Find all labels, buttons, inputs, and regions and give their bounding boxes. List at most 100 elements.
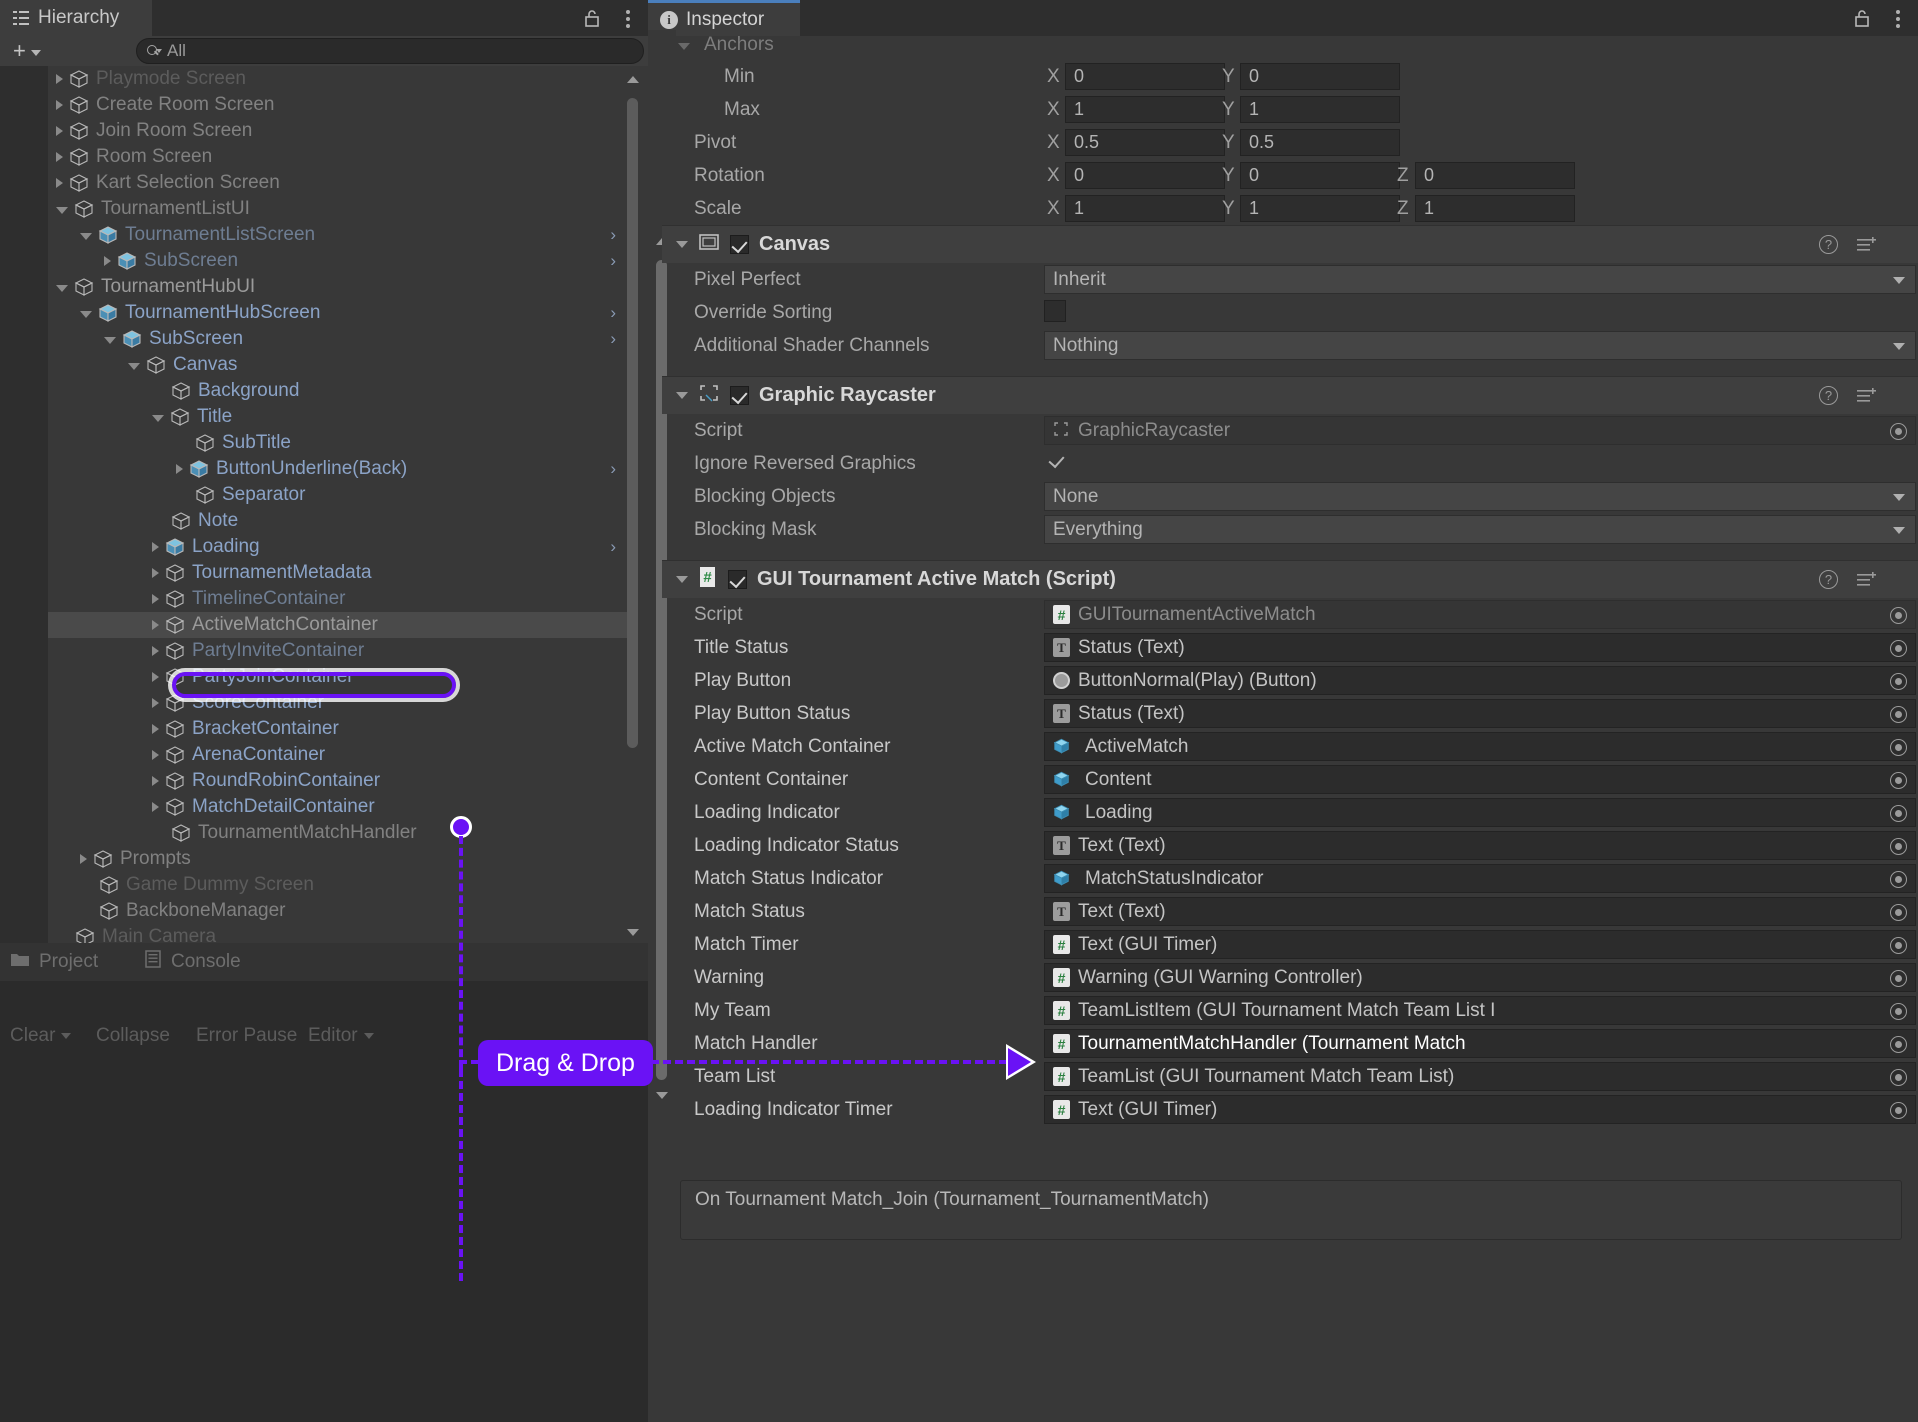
- property-object-field[interactable]: Status (Text): [1044, 699, 1916, 728]
- triangle-right-icon[interactable]: [56, 152, 63, 162]
- triangle-down-icon[interactable]: [152, 415, 164, 422]
- object-picker-icon[interactable]: [1881, 1030, 1915, 1057]
- hierarchy-row[interactable]: TournamentMetadata: [48, 560, 628, 586]
- object-picker-icon[interactable]: [1881, 417, 1915, 444]
- scroll-up-icon[interactable]: [627, 76, 639, 83]
- triangle-right-icon[interactable]: [56, 126, 63, 136]
- hierarchy-scrollbar[interactable]: [626, 76, 639, 936]
- component-header[interactable]: Graphic Raycaster ?: [662, 376, 1918, 414]
- triangle-right-icon[interactable]: [56, 100, 63, 110]
- object-picker-icon[interactable]: [1881, 964, 1915, 991]
- triangle-right-icon[interactable]: [152, 750, 159, 760]
- property-object-field[interactable]: Status (Text): [1044, 633, 1916, 662]
- hierarchy-row[interactable]: TournamentListUI: [48, 196, 628, 222]
- chevron-right-icon[interactable]: ›: [610, 225, 616, 245]
- property-object-field[interactable]: Warning (GUI Warning Controller): [1044, 963, 1916, 992]
- triangle-right-icon[interactable]: [152, 620, 159, 630]
- chevron-right-icon[interactable]: ›: [610, 537, 616, 557]
- axis-input-y[interactable]: 0: [1240, 162, 1400, 189]
- hierarchy-row[interactable]: Loading ›: [48, 534, 628, 560]
- triangle-right-icon[interactable]: [152, 542, 159, 552]
- property-object-field[interactable]: ActiveMatch: [1044, 732, 1916, 761]
- console-error-pause-toggle[interactable]: Error Pause: [196, 1019, 297, 1053]
- object-picker-icon[interactable]: [1881, 667, 1915, 694]
- triangle-right-icon[interactable]: [152, 568, 159, 578]
- object-picker-icon[interactable]: [1881, 931, 1915, 958]
- property-object-field[interactable]: Text (GUI Timer): [1044, 930, 1916, 959]
- help-icon[interactable]: ?: [1819, 235, 1838, 254]
- axis-input-x[interactable]: 0: [1065, 162, 1225, 189]
- object-picker-icon[interactable]: [1881, 700, 1915, 727]
- lock-icon[interactable]: [1852, 8, 1872, 28]
- property-object-field[interactable]: ButtonNormal(Play) (Button): [1044, 666, 1916, 695]
- property-checkbox[interactable]: [1044, 300, 1066, 322]
- hierarchy-row[interactable]: RoundRobinContainer: [48, 768, 628, 794]
- component-enabled-checkbox[interactable]: [728, 570, 747, 589]
- object-picker-icon[interactable]: [1881, 1096, 1915, 1123]
- axis-input-x[interactable]: 0: [1065, 63, 1225, 90]
- axis-input-y[interactable]: 1: [1240, 96, 1400, 123]
- triangle-right-icon[interactable]: [104, 256, 111, 266]
- property-object-field[interactable]: Text (Text): [1044, 831, 1916, 860]
- object-picker-icon[interactable]: [1881, 634, 1915, 661]
- triangle-right-icon[interactable]: [152, 802, 159, 812]
- triangle-down-icon[interactable]: [80, 233, 92, 240]
- console-collapse-toggle[interactable]: Collapse: [96, 1019, 170, 1053]
- property-checkbox[interactable]: [1048, 451, 1067, 470]
- preset-icon[interactable]: [1856, 571, 1876, 589]
- chevron-right-icon[interactable]: ›: [610, 329, 616, 349]
- object-picker-icon[interactable]: [1881, 766, 1915, 793]
- triangle-down-icon[interactable]: [104, 337, 116, 344]
- hierarchy-row[interactable]: Join Room Screen: [48, 118, 628, 144]
- triangle-right-icon[interactable]: [152, 672, 159, 682]
- property-object-field[interactable]: TeamList (GUI Tournament Match Team List…: [1044, 1062, 1916, 1091]
- component-header[interactable]: Canvas ?: [662, 225, 1918, 263]
- triangle-right-icon[interactable]: [152, 698, 159, 708]
- hierarchy-row[interactable]: SubScreen ›: [48, 326, 628, 352]
- object-picker-icon[interactable]: [1881, 865, 1915, 892]
- triangle-right-icon[interactable]: [152, 724, 159, 734]
- object-picker-icon[interactable]: [1881, 997, 1915, 1024]
- component-enabled-checkbox[interactable]: [730, 386, 749, 405]
- triangle-right-icon[interactable]: [152, 594, 159, 604]
- triangle-right-icon[interactable]: [80, 854, 87, 864]
- triangle-right-icon[interactable]: [152, 776, 159, 786]
- lock-icon[interactable]: [582, 8, 602, 28]
- scroll-thumb[interactable]: [627, 98, 638, 748]
- property-object-field[interactable]: TournamentMatchHandler (Tournament Match: [1044, 1029, 1916, 1058]
- add-gameobject-button[interactable]: +: [6, 36, 58, 66]
- property-dropdown[interactable]: None: [1044, 482, 1916, 511]
- help-icon[interactable]: ?: [1819, 386, 1838, 405]
- property-dropdown[interactable]: Inherit: [1044, 265, 1916, 294]
- hierarchy-row[interactable]: Room Screen: [48, 144, 628, 170]
- tab-hierarchy[interactable]: Hierarchy: [0, 0, 152, 36]
- preset-icon[interactable]: [1856, 236, 1876, 254]
- hierarchy-row[interactable]: Playmode Screen: [48, 66, 628, 92]
- object-picker-icon[interactable]: [1881, 832, 1915, 859]
- hierarchy-row[interactable]: Kart Selection Screen: [48, 170, 628, 196]
- property-object-field[interactable]: TeamListItem (GUI Tournament Match Team …: [1044, 996, 1916, 1025]
- hierarchy-row[interactable]: Separator: [48, 482, 628, 508]
- property-object-field[interactable]: MatchStatusIndicator: [1044, 864, 1916, 893]
- axis-input-y[interactable]: 0.5: [1240, 129, 1400, 156]
- component-header[interactable]: # GUI Tournament Active Match (Script) ?: [662, 560, 1918, 598]
- hierarchy-search-input[interactable]: All: [136, 38, 644, 64]
- triangle-down-icon[interactable]: [80, 311, 92, 318]
- triangle-down-icon[interactable]: [676, 392, 688, 399]
- hierarchy-tree[interactable]: Playmode Screen Create Room Screen Join …: [0, 66, 648, 943]
- chevron-right-icon[interactable]: ›: [610, 251, 616, 271]
- axis-input-y[interactable]: 1: [1240, 195, 1400, 222]
- kebab-menu-icon[interactable]: [626, 7, 632, 29]
- triangle-down-icon[interactable]: [56, 207, 68, 214]
- hierarchy-row[interactable]: Game Dummy Screen: [48, 872, 628, 898]
- triangle-down-icon[interactable]: [676, 576, 688, 583]
- hierarchy-row[interactable]: SubTitle: [48, 430, 628, 456]
- chevron-right-icon[interactable]: ›: [610, 459, 616, 479]
- property-dropdown[interactable]: Nothing: [1044, 331, 1916, 360]
- hierarchy-row[interactable]: PartyInviteContainer: [48, 638, 628, 664]
- preset-icon[interactable]: [1856, 387, 1876, 405]
- hierarchy-row[interactable]: Main Camera: [48, 924, 628, 943]
- triangle-down-icon[interactable]: [56, 285, 68, 292]
- axis-input-x[interactable]: 1: [1065, 96, 1225, 123]
- object-picker-icon[interactable]: [1881, 1063, 1915, 1090]
